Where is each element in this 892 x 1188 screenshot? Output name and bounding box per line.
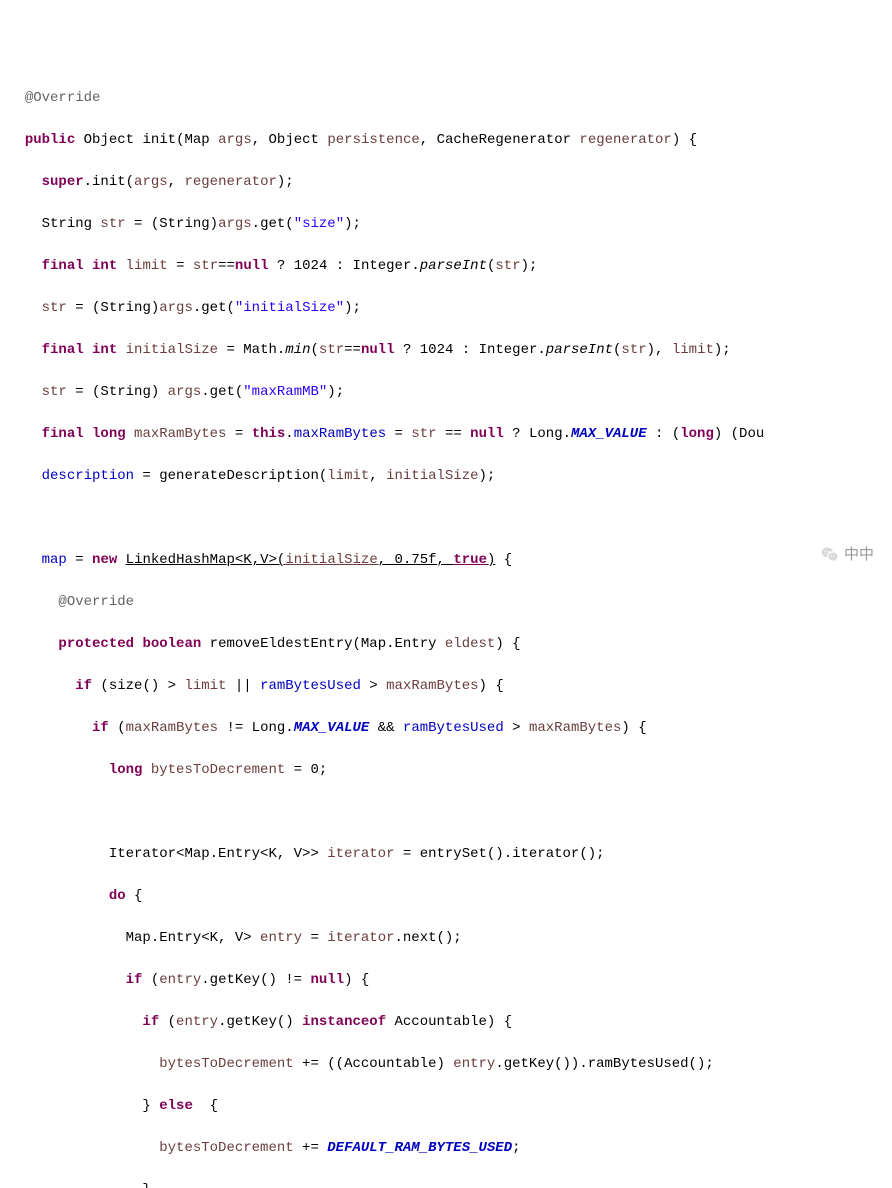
wechat-icon bbox=[820, 545, 840, 565]
code-line: description = generateDescription(limit,… bbox=[8, 466, 884, 487]
code-line: final int limit = str==null ? 1024 : Int… bbox=[8, 256, 884, 277]
code-line: if (entry.getKey() instanceof Accountabl… bbox=[8, 1012, 884, 1033]
code-line: String str = (String)args.get("size"); bbox=[8, 214, 884, 235]
code-line: str = (String) args.get("maxRamMB"); bbox=[8, 382, 884, 403]
code-line: str = (String)args.get("initialSize"); bbox=[8, 298, 884, 319]
code-line: @Override bbox=[8, 88, 884, 109]
code-line: final int initialSize = Math.min(str==nu… bbox=[8, 340, 884, 361]
code-line bbox=[8, 508, 884, 529]
code-line: if (entry.getKey() != null) { bbox=[8, 970, 884, 991]
annotation: @Override bbox=[25, 90, 101, 106]
string-literal: "size" bbox=[294, 216, 344, 232]
code-line: Map.Entry<K, V> entry = iterator.next(); bbox=[8, 928, 884, 949]
code-line: super.init(args, regenerator); bbox=[8, 172, 884, 193]
code-line: do { bbox=[8, 886, 884, 907]
watermark: 中中 bbox=[820, 544, 874, 567]
watermark-text: 中中 bbox=[844, 544, 874, 567]
code-line: Iterator<Map.Entry<K, V>> iterator = ent… bbox=[8, 844, 884, 865]
code-line: protected boolean removeEldestEntry(Map.… bbox=[8, 634, 884, 655]
code-line bbox=[8, 802, 884, 823]
code-line: bytesToDecrement += DEFAULT_RAM_BYTES_US… bbox=[8, 1138, 884, 1159]
code-line: if (size() > limit || ramBytesUsed > max… bbox=[8, 676, 884, 697]
code-line: final long maxRamBytes = this.maxRamByte… bbox=[8, 424, 884, 445]
code-line: long bytesToDecrement = 0; bbox=[8, 760, 884, 781]
code-line: map = new LinkedHashMap<K,V>(initialSize… bbox=[8, 550, 884, 571]
code-line: } else { bbox=[8, 1096, 884, 1117]
keyword-public: public bbox=[25, 132, 75, 148]
code-line: } bbox=[8, 1180, 884, 1188]
code-line: public Object init(Map args, Object pers… bbox=[8, 130, 884, 151]
code-line: bytesToDecrement += ((Accountable) entry… bbox=[8, 1054, 884, 1075]
code-line: @Override bbox=[8, 592, 884, 613]
code-line: if (maxRamBytes != Long.MAX_VALUE && ram… bbox=[8, 718, 884, 739]
keyword-super: super bbox=[42, 174, 84, 190]
